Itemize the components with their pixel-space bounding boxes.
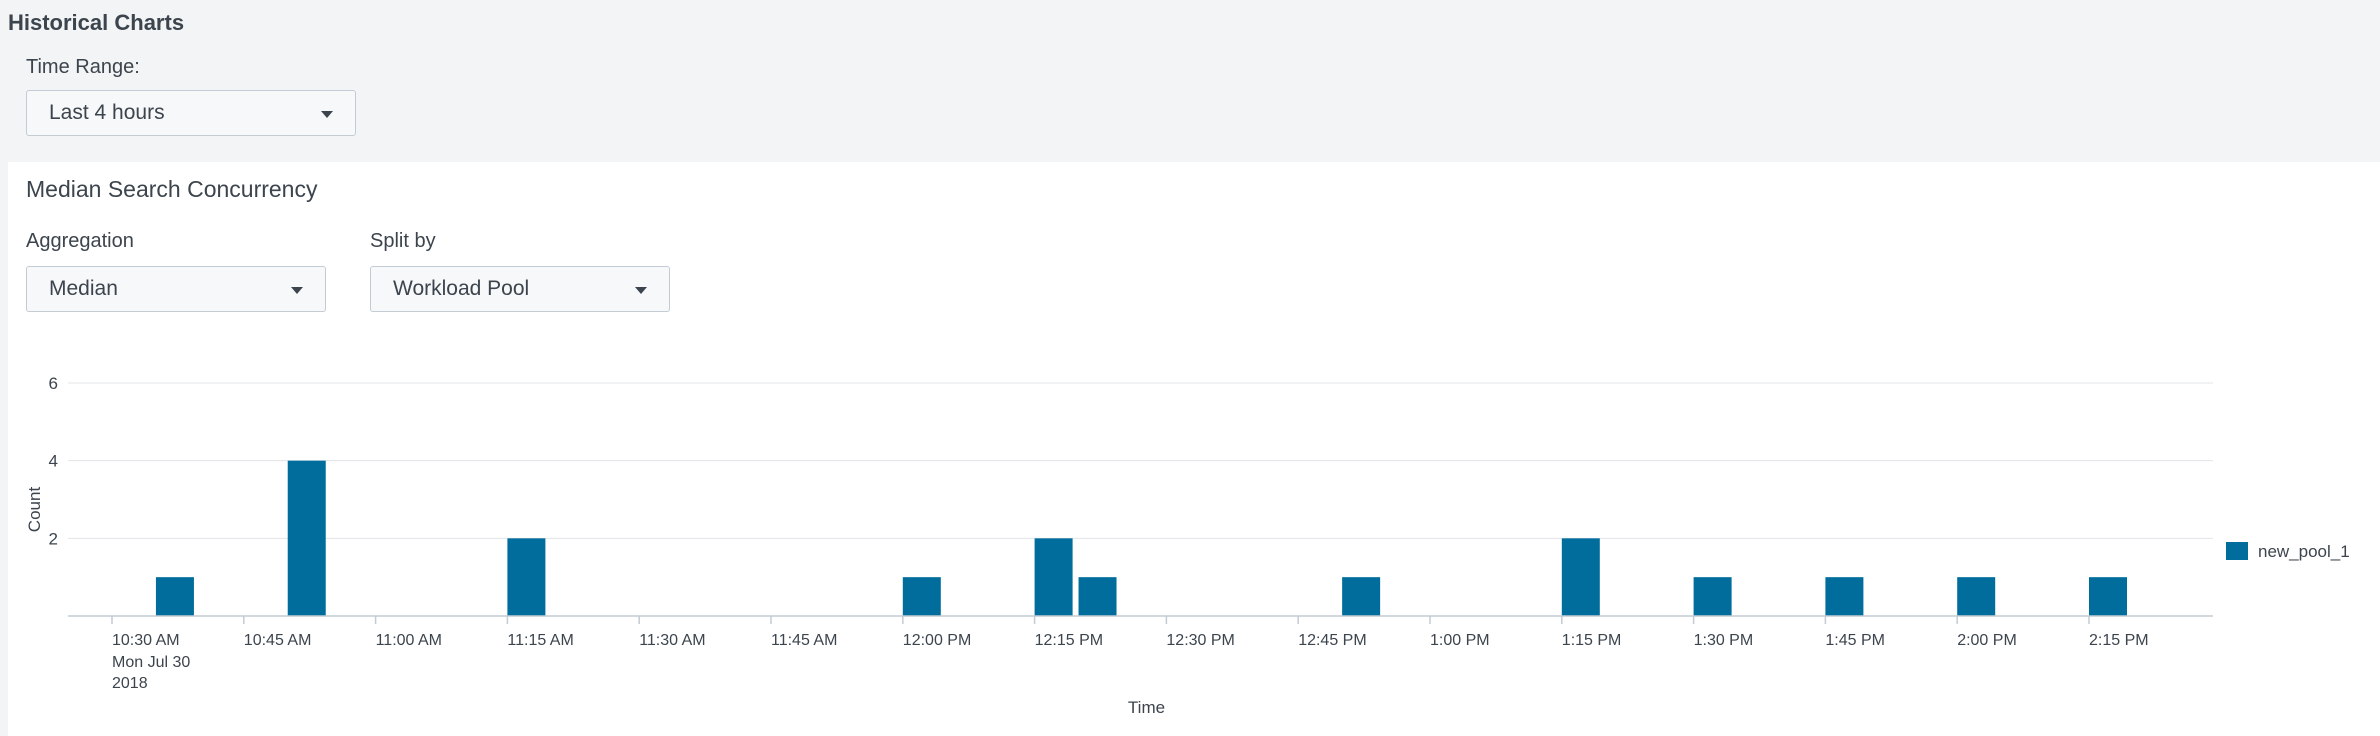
page-title: Historical Charts	[8, 10, 185, 35]
bar	[1078, 577, 1117, 616]
x-tick-label: 2:00 PM	[1957, 632, 2017, 649]
bar	[1561, 538, 1600, 616]
bar	[1957, 577, 1996, 616]
bar	[155, 577, 194, 616]
x-tick-date-label: Mon Jul 30	[112, 654, 190, 671]
chevron-down-icon	[321, 111, 333, 118]
x-tick-label: 11:45 AM	[771, 632, 837, 649]
bar-chart: 2 4 6 10:30 AM 10:45 AM 11:00 AM 11:15 AM 11:30…	[25, 374, 2350, 717]
bar	[507, 538, 546, 616]
x-tick-label: 1:15 PM	[1562, 632, 1622, 649]
x-tick-label: 10:30 AM	[112, 632, 180, 649]
bar	[1693, 577, 1732, 616]
time-range-label: Time Range:	[26, 56, 140, 78]
x-tick-label: 1:30 PM	[1694, 632, 1754, 649]
x-tick-label: 2:15 PM	[2089, 632, 2149, 649]
x-tick-label: 12:15 PM	[1035, 632, 1103, 649]
y-tick-label: 6	[49, 374, 58, 393]
x-tick-label: 1:00 PM	[1430, 632, 1490, 649]
x-axis-title: Time	[1128, 698, 1165, 717]
legend-swatch	[2226, 542, 2248, 560]
x-tick-label: 11:30 AM	[639, 632, 705, 649]
y-tick-label: 2	[49, 529, 58, 548]
y-tick-label: 4	[49, 452, 58, 471]
y-axis-title: Count	[25, 487, 44, 533]
x-tick-label: 12:00 PM	[903, 632, 971, 649]
time-range-dropdown[interactable]: Last 4 hours	[26, 90, 356, 136]
bar	[1825, 577, 1864, 616]
time-range-value: Last 4 hours	[49, 101, 165, 124]
x-tick-label: 11:00 AM	[376, 632, 442, 649]
x-tick-label: 11:15 AM	[507, 632, 573, 649]
x-tick-label: 10:45 AM	[244, 632, 312, 649]
bar	[287, 460, 326, 616]
x-tick-date-label: 2018	[112, 675, 148, 692]
x-tick-label: 12:45 PM	[1298, 632, 1366, 649]
x-tick-label: 12:30 PM	[1166, 632, 1234, 649]
bar	[902, 577, 941, 616]
chart-panel: Median Search Concurrency Aggregation Me…	[8, 162, 2380, 736]
x-tick-label: 1:45 PM	[1825, 632, 1885, 649]
bar	[1342, 577, 1381, 616]
bar	[1034, 538, 1073, 616]
bar	[2089, 577, 2127, 616]
legend-label: new_pool_1	[2258, 542, 2350, 561]
